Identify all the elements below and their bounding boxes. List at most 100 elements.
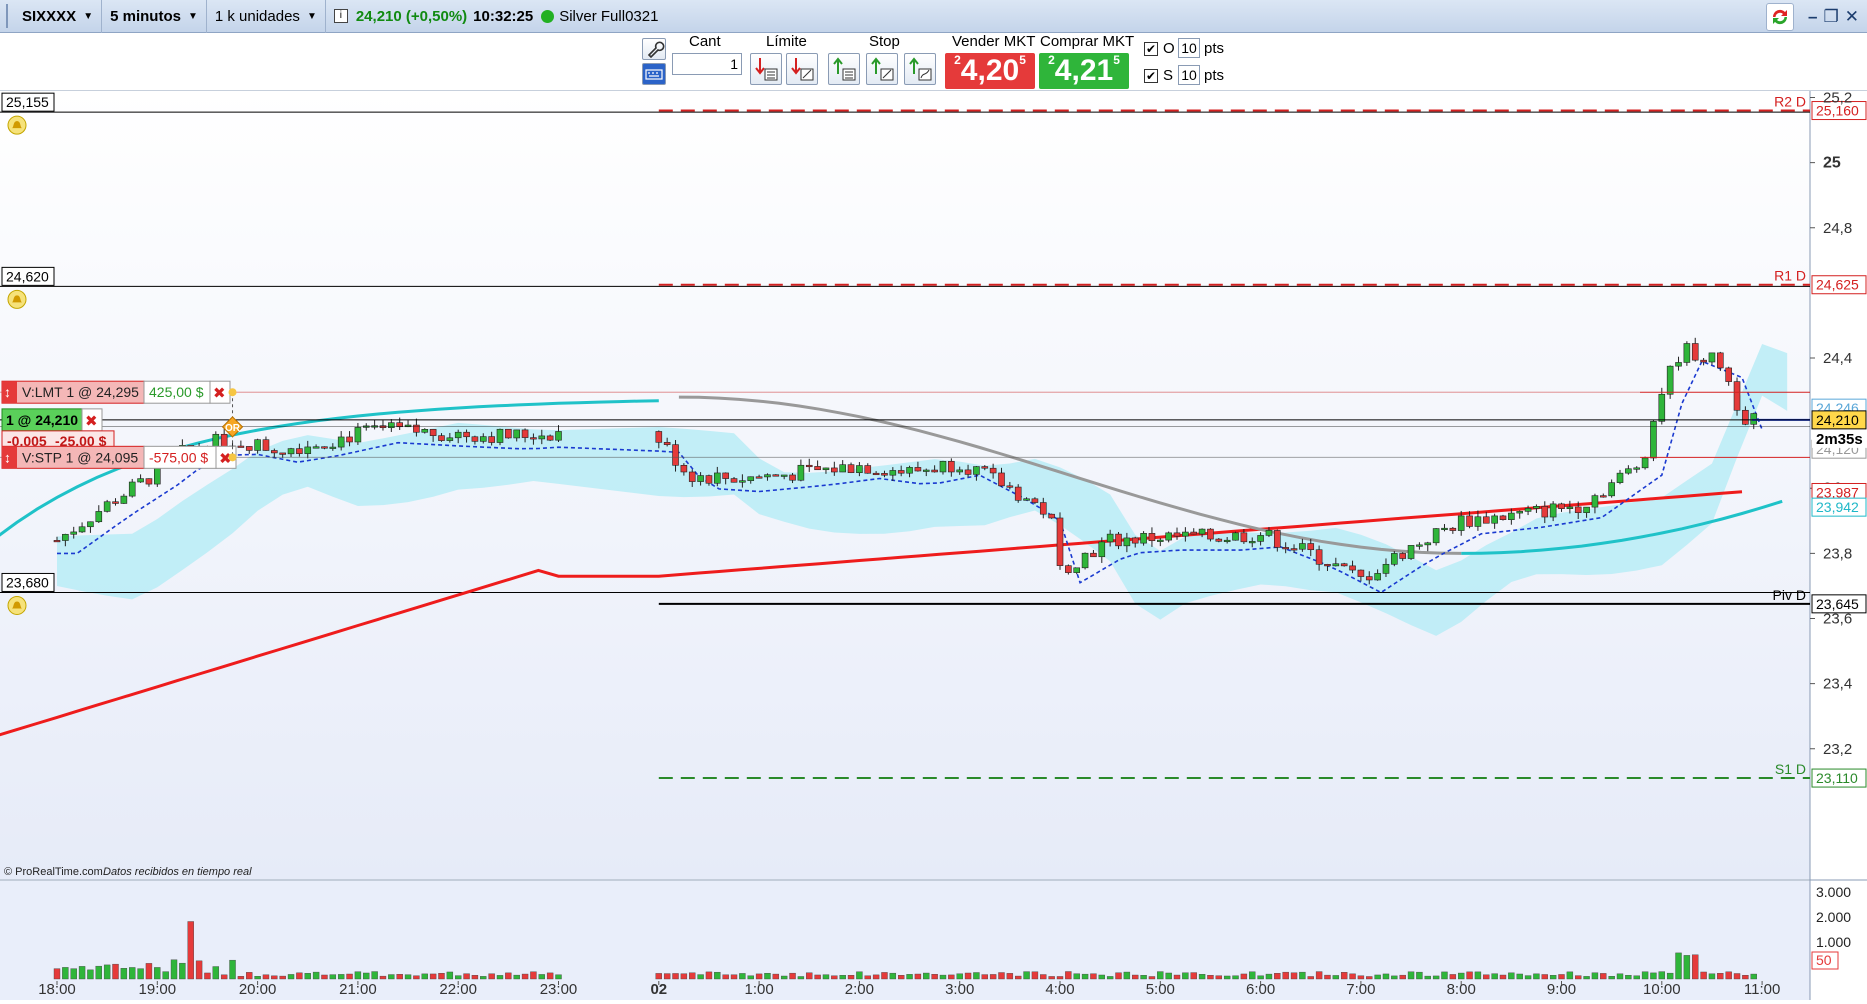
volume-bar [1123, 971, 1131, 980]
candle-body [1424, 542, 1432, 546]
volume-bar [513, 974, 520, 980]
volume-bar [663, 973, 671, 980]
volume-bar [722, 974, 729, 980]
close-icon[interactable]: ✖ [85, 413, 98, 430]
bell-icon[interactable] [7, 115, 27, 135]
candle-body [1098, 541, 1106, 558]
close-icon[interactable]: ✖ [213, 385, 226, 402]
candle-body [479, 436, 487, 442]
close-icon[interactable]: ✕ [1845, 7, 1859, 27]
volume-bar [1215, 975, 1223, 980]
drag-handle-icon[interactable] [6, 4, 12, 28]
volume-bar [162, 971, 169, 980]
candle-body [814, 466, 821, 471]
volume-bar [1182, 972, 1189, 980]
candle-body [1048, 513, 1055, 519]
stop-limit-button[interactable] [866, 53, 898, 85]
volume-bar [204, 972, 211, 980]
volume-bar [1524, 975, 1532, 980]
stop-order-button[interactable] [828, 53, 860, 85]
volume-bar [530, 971, 537, 980]
drag-arrow-icon: ↕ [4, 384, 11, 400]
restore-icon[interactable]: ❐ [1824, 7, 1839, 27]
candle-body [1290, 548, 1298, 551]
o-label: O [1163, 40, 1175, 57]
stop-trailing-button[interactable] [904, 53, 936, 85]
volume-bar [973, 972, 980, 980]
volume-bar [296, 972, 303, 980]
candle-body [1549, 503, 1557, 518]
info-icon[interactable]: i [333, 9, 348, 23]
candle-body [1608, 482, 1615, 497]
limit-sell-button[interactable] [786, 53, 818, 85]
volume-bar [1725, 971, 1732, 980]
volume-bar [1516, 973, 1523, 980]
candle-body [379, 425, 387, 429]
volume-bar [346, 973, 353, 980]
sell-mkt-label: Vender MKT [952, 33, 1036, 50]
keyboard-icon[interactable] [642, 63, 666, 85]
candle-body [1148, 533, 1156, 542]
volume-bar [1391, 975, 1398, 980]
candle-body [1248, 541, 1256, 544]
drag-arrow-icon: ↕ [4, 449, 11, 465]
volume-bar [271, 975, 278, 980]
or-handle[interactable] [228, 388, 237, 397]
wrench-icon[interactable] [642, 38, 666, 60]
minimize-icon[interactable]: – [1808, 7, 1817, 27]
candle-body [245, 446, 253, 451]
last-price: 24,210 (+0,50%) [355, 7, 468, 25]
refresh-icon[interactable] [1766, 2, 1795, 31]
volume-bar [246, 972, 253, 980]
limit-label: Límite [766, 33, 807, 50]
candle-body [1039, 502, 1047, 515]
symbol-selector[interactable]: SIXXXX ▼ [0, 0, 103, 33]
candle-body [672, 444, 679, 466]
volume-bar [212, 966, 220, 980]
buy-price-suffix: 5 [1113, 53, 1120, 67]
volume-bar [1157, 971, 1164, 980]
price-chart[interactable]: R2 D 25,160 R1 D 24,625 Piv D 23,645 S1 D 23,11… [0, 90, 1867, 1000]
volume-bar [1148, 976, 1156, 980]
buy-price-prefix: 2 [1048, 53, 1055, 67]
candle-body [321, 446, 328, 449]
s-pts-input[interactable] [1178, 65, 1200, 85]
volume-bar [939, 974, 947, 980]
volume-bar [1290, 972, 1298, 980]
title-bar: SIXXXX ▼ 5 minutos ▼ 1 k unidades ▼ i 24… [0, 0, 1867, 33]
candle-body [1081, 552, 1089, 569]
units-selector[interactable]: 1 k unidades ▼ [207, 0, 326, 33]
candle-body [1173, 532, 1181, 537]
stop-order-tag[interactable]: ↕ V:STP 1 @ 24,095 -575,00 $ ✖ [1, 445, 237, 469]
candle-body [304, 446, 312, 454]
candle-body [1666, 365, 1674, 395]
position-tag[interactable]: 1 @ 24,210 ✖-0,005 -25,00 $ [1, 408, 115, 452]
candle-body [1198, 528, 1206, 535]
volume-bar [170, 959, 178, 980]
o-pts-input[interactable] [1178, 38, 1200, 58]
s-checkbox[interactable]: ✔ [1144, 69, 1158, 83]
pivot-name: R1 D [1774, 268, 1806, 284]
limit-order-tag[interactable]: ↕ V:LMT 1 @ 24,295 425,00 $ ✖ [1, 380, 231, 404]
volume-bar [329, 974, 337, 980]
window-controls: – ❐ ✕ [1766, 0, 1867, 33]
sell-market-button[interactable]: 24,205 [945, 53, 1035, 89]
volume-bar [1717, 973, 1724, 980]
limit-buy-button[interactable] [750, 53, 782, 85]
chart-canvas[interactable]: R2 D25,160R1 D24,625Piv D23,645S1 D23,11… [0, 90, 1867, 1000]
volume-bar [103, 964, 111, 980]
candle-body [1416, 544, 1423, 547]
volume-bar [989, 974, 997, 980]
timeframe-selector[interactable]: 5 minutos ▼ [102, 0, 207, 33]
or-handle[interactable] [228, 453, 237, 462]
candle-body [1499, 515, 1507, 520]
volume-bar [254, 976, 261, 980]
volume-bar [1575, 975, 1582, 980]
bell-icon[interactable] [7, 595, 27, 615]
bell-icon[interactable] [7, 289, 27, 309]
volume-bar [1048, 976, 1055, 980]
qty-input[interactable] [672, 53, 742, 75]
candle-body [271, 450, 278, 454]
o-checkbox[interactable]: ✔ [1144, 42, 1158, 56]
buy-market-button[interactable]: 24,215 [1039, 53, 1129, 89]
